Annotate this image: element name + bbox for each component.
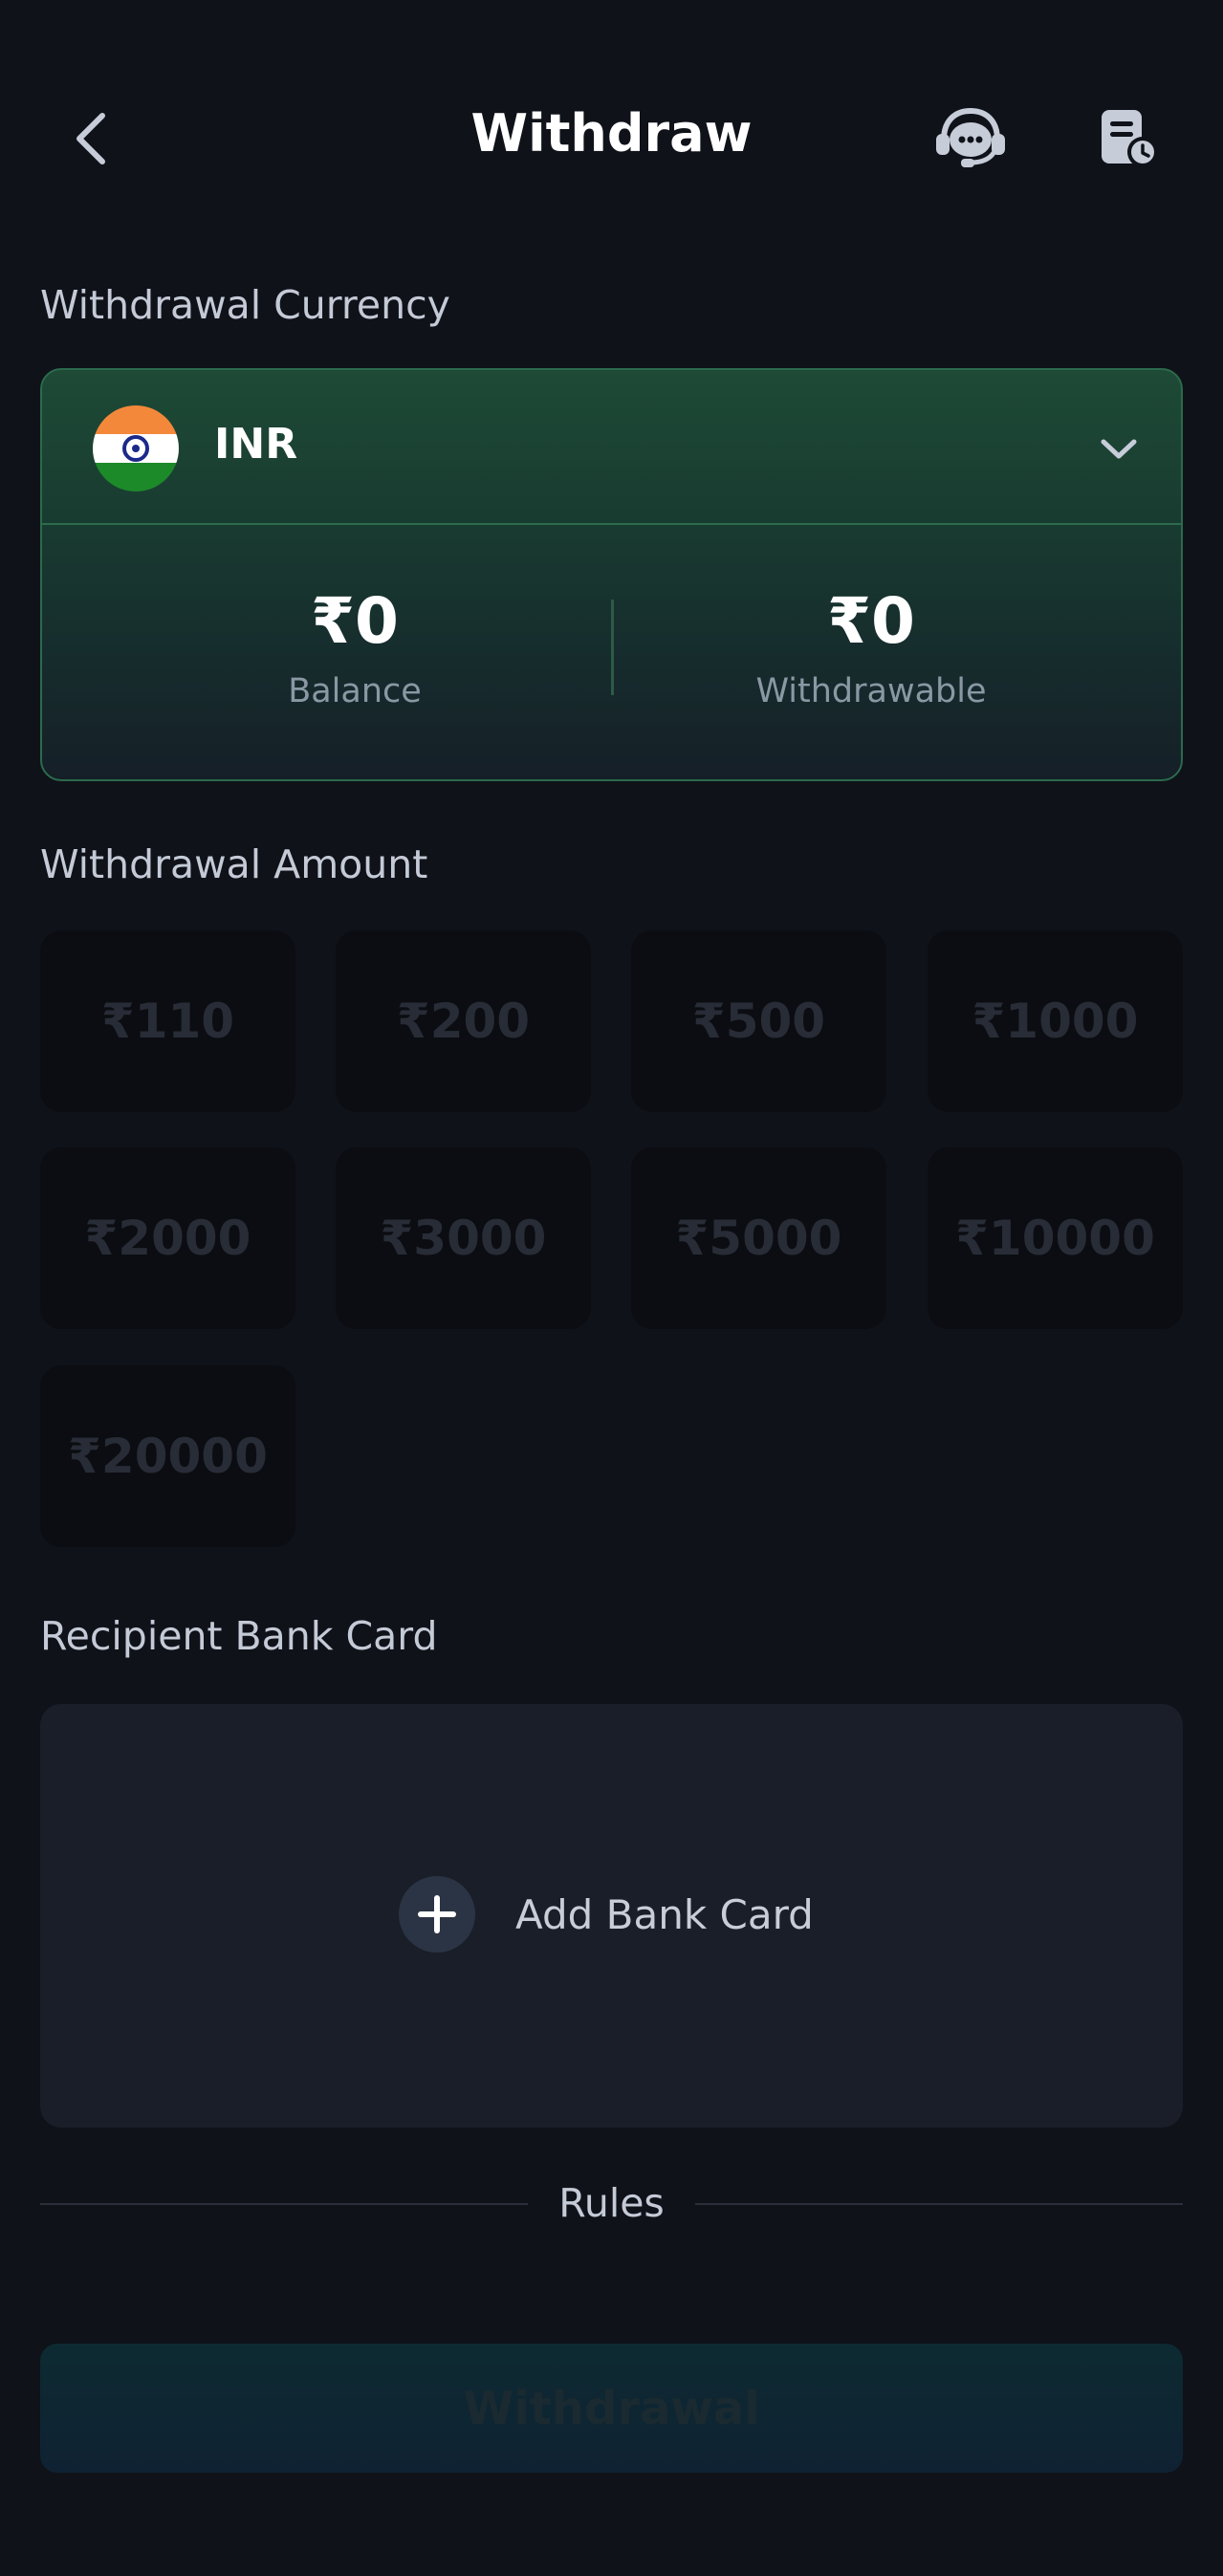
amount-option-200[interactable]: ₹200 [336,930,591,1112]
amount-option-2000[interactable]: ₹2000 [40,1147,295,1329]
amount-option-1000[interactable]: ₹1000 [928,930,1183,1112]
currency-dropdown[interactable]: INR [42,370,1181,523]
currency-section-label: Withdrawal Currency [40,282,450,328]
india-flag-icon [93,405,179,491]
amount-section-label: Withdrawal Amount [40,841,428,887]
withdrawal-submit-button[interactable]: Withdrawal [40,2344,1183,2473]
amount-option-3000[interactable]: ₹3000 [336,1147,591,1329]
amount-option-110[interactable]: ₹110 [40,930,295,1112]
header: Withdraw [0,0,1223,277]
chevron-down-icon [1095,426,1143,473]
balance-value: ₹0 [311,584,399,658]
withdraw-page: Withdraw Withdrawal Currency INR ₹0 Bala… [0,0,1223,2576]
page-title: Withdraw [470,103,753,164]
currency-code: INR [214,420,298,469]
amount-option-10000[interactable]: ₹10000 [928,1147,1183,1329]
rules-divider-right [695,2203,1183,2205]
amount-option-5000[interactable]: ₹5000 [631,1147,886,1329]
history-button[interactable] [1090,100,1167,177]
amount-option-500[interactable]: ₹500 [631,930,886,1112]
balance-label: Balance [288,672,422,710]
bank-section-label: Recipient Bank Card [40,1613,438,1659]
currency-card: INR ₹0 Balance ₹0 Withdrawable [40,368,1183,781]
add-bank-card-button[interactable]: Add Bank Card [40,1704,1183,2128]
withdrawable-value: ₹0 [827,584,915,658]
withdrawable-label: Withdrawable [755,672,987,710]
back-button[interactable] [57,100,124,177]
card-divider [42,523,1181,525]
customer-support-button[interactable] [932,100,1009,177]
add-bank-card-label: Add Bank Card [515,1891,814,1938]
withdrawable-stat: ₹0 Withdrawable [613,584,1129,711]
chevron-left-icon [76,113,105,164]
customer-support-icon [936,107,1005,167]
balance-stat: ₹0 Balance [97,584,613,711]
plus-icon [399,1876,475,1953]
records-history-icon [1102,110,1158,167]
amount-option-20000[interactable]: ₹20000 [40,1365,295,1547]
